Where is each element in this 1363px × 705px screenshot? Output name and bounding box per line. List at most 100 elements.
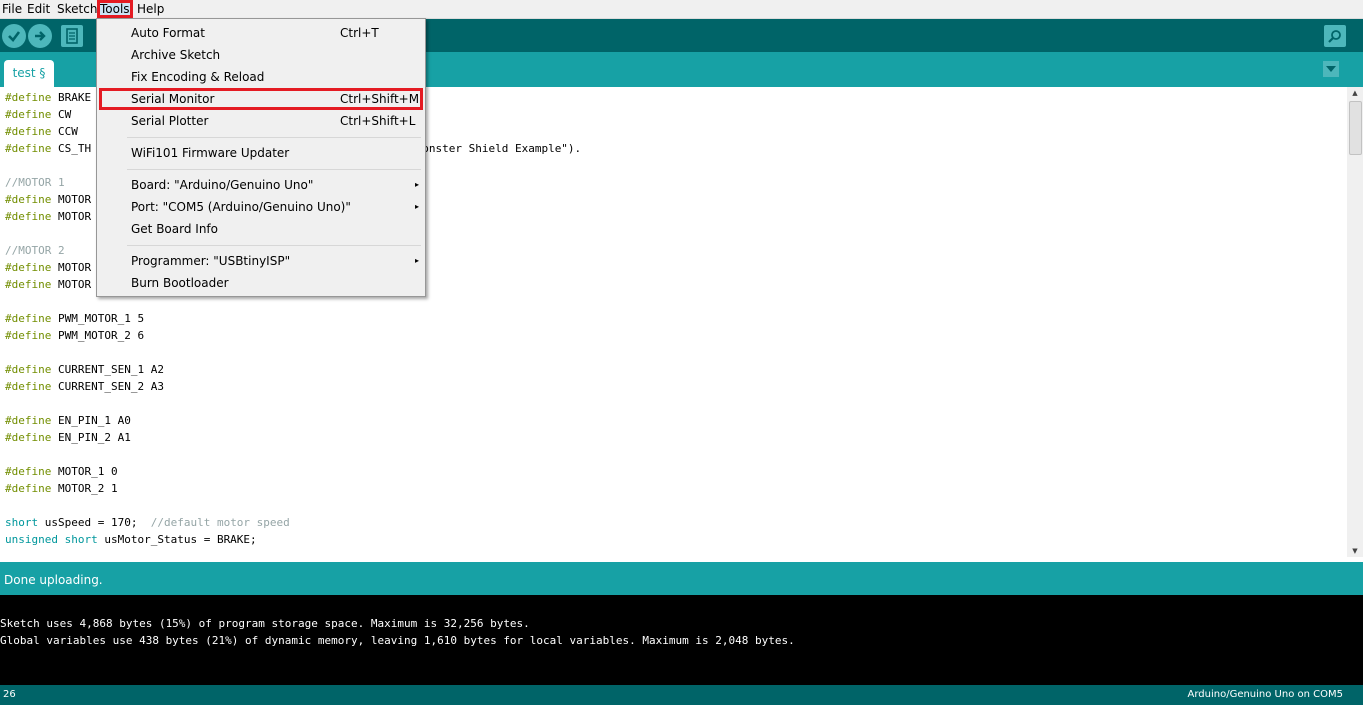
- code-token: #define: [5, 210, 52, 223]
- scroll-down-icon[interactable]: ▼: [1347, 545, 1363, 557]
- menu-item-label: Serial Plotter: [131, 114, 209, 128]
- code-line: #define EN_PIN_2 A1: [5, 429, 581, 446]
- code-line: #define MOTOR_2 1: [5, 480, 581, 497]
- code-token: //MOTOR 2: [5, 244, 65, 257]
- code-token: #define: [5, 482, 52, 495]
- document-icon: [66, 28, 78, 44]
- code-token: usSpeed = 170;: [38, 516, 151, 529]
- tab-menu-button[interactable]: [1323, 61, 1339, 77]
- submenu-arrow-icon: ▸: [414, 202, 419, 211]
- menu-item-label: Archive Sketch: [131, 48, 221, 62]
- code-token: #define: [5, 193, 52, 206]
- code-token: CURRENT_SEN_1 A2: [51, 363, 164, 376]
- menu-item-label: Board: "Arduino/Genuino Uno": [131, 178, 314, 192]
- chevron-down-icon: [1326, 66, 1336, 72]
- code-token: //default motor speed: [150, 516, 290, 529]
- status-message: Done uploading.: [4, 573, 103, 587]
- menu-item-shortcut: Ctrl+Shift+M: [340, 92, 420, 106]
- code-token: MOTOR: [51, 193, 92, 206]
- menu-item-label: Serial Monitor: [131, 92, 215, 106]
- menu-item-port[interactable]: Port: "COM5 (Arduino/Genuino Uno)" ▸: [99, 196, 423, 218]
- code-token: #define: [5, 363, 52, 376]
- menu-edit[interactable]: Edit: [27, 1, 50, 17]
- scrollbar-thumb[interactable]: [1349, 101, 1362, 155]
- code-token: PWM_MOTOR_2 6: [51, 329, 145, 342]
- scroll-up-icon[interactable]: ▲: [1347, 87, 1363, 99]
- menu-item-label: Port: "COM5 (Arduino/Genuino Uno)": [131, 200, 351, 214]
- menu-item-archive-sketch[interactable]: Archive Sketch: [99, 44, 423, 66]
- menu-bar: File Edit Sketch Tools Help: [0, 0, 1363, 19]
- verify-button[interactable]: [2, 24, 26, 48]
- menu-item-fix-encoding[interactable]: Fix Encoding & Reload: [99, 66, 423, 88]
- menu-item-programmer[interactable]: Programmer: "USBtinyISP" ▸: [99, 250, 423, 272]
- menu-item-get-board-info[interactable]: Get Board Info: [99, 218, 423, 240]
- code-token: #define: [5, 329, 52, 342]
- board-port-info: Arduino/Genuino Uno on COM5: [1187, 689, 1344, 700]
- code-token: CURRENT_SEN_2 A3: [51, 380, 164, 393]
- console-line: Sketch uses 4,868 bytes (15%) of program…: [0, 617, 530, 630]
- menu-separator: [127, 137, 421, 138]
- menu-item-wifi101-updater[interactable]: WiFi101 Firmware Updater: [99, 142, 423, 164]
- code-token: #define: [5, 91, 52, 104]
- menu-item-burn-bootloader[interactable]: Burn Bootloader: [99, 272, 423, 294]
- code-token: #define: [5, 261, 52, 274]
- code-token: EN_PIN_1 A0: [51, 414, 131, 427]
- checkmark-icon: [8, 31, 21, 42]
- code-token: //MOTOR 1: [5, 176, 65, 189]
- serial-monitor-button[interactable]: [1324, 25, 1346, 47]
- code-line: #define CURRENT_SEN_2 A3: [5, 378, 581, 395]
- menu-item-board[interactable]: Board: "Arduino/Genuino Uno" ▸: [99, 174, 423, 196]
- code-token: #define: [5, 278, 52, 291]
- code-line: short usSpeed = 170; //default motor spe…: [5, 514, 581, 531]
- status-bar: Done uploading.: [0, 560, 1363, 595]
- code-token: usMotor_Status = BRAKE;: [97, 533, 257, 546]
- code-line: unsigned short usMotor_Status = BRAKE;: [5, 531, 581, 548]
- code-token: MOTOR: [51, 210, 92, 223]
- submenu-arrow-icon: ▸: [414, 180, 419, 189]
- menu-separator: [127, 245, 421, 246]
- code-token: CS_TH: [51, 142, 92, 155]
- code-line: #define PWM_MOTOR_1 5: [5, 310, 581, 327]
- code-token: #define: [5, 125, 52, 138]
- menu-item-shortcut: Ctrl+T: [340, 26, 379, 40]
- menu-item-label: Fix Encoding & Reload: [131, 70, 265, 84]
- menu-item-auto-format[interactable]: Auto Format Ctrl+T: [99, 22, 423, 44]
- menu-item-label: Burn Bootloader: [131, 276, 229, 290]
- editor-scrollbar[interactable]: ▲ ▼: [1347, 87, 1363, 557]
- code-token: MOTOR_1 0: [51, 465, 118, 478]
- upload-button[interactable]: [28, 24, 52, 48]
- menu-tools[interactable]: Tools: [97, 0, 133, 18]
- footer-bar: 26 Arduino/Genuino Uno on COM5: [0, 685, 1363, 705]
- arrow-right-icon: [35, 31, 46, 41]
- code-token: CW: [51, 108, 72, 121]
- code-token: MOTOR: [51, 278, 92, 291]
- code-token: #define: [5, 142, 52, 155]
- code-line: #define PWM_MOTOR_2 6: [5, 327, 581, 344]
- new-sketch-button[interactable]: [61, 25, 83, 47]
- code-token: short: [64, 533, 98, 546]
- code-token: BRAKE: [51, 91, 92, 104]
- line-number: 26: [3, 689, 16, 700]
- code-line: #define CURRENT_SEN_1 A2: [5, 361, 581, 378]
- menu-item-label: Get Board Info: [131, 222, 218, 236]
- console-output: Sketch uses 4,868 bytes (15%) of program…: [0, 595, 1363, 685]
- tools-menu: Auto Format Ctrl+T Archive Sketch Fix En…: [96, 18, 426, 297]
- menu-file[interactable]: File: [2, 1, 22, 17]
- code-token: #define: [5, 465, 52, 478]
- menu-sketch[interactable]: Sketch: [57, 1, 97, 17]
- code-token: CCW: [51, 125, 78, 138]
- code-token: #define: [5, 312, 52, 325]
- code-token: #define: [5, 108, 52, 121]
- magnifier-icon: [1328, 30, 1341, 43]
- menu-item-serial-monitor[interactable]: Serial Monitor Ctrl+Shift+M: [99, 88, 423, 110]
- code-token: MOTOR_2 1: [51, 482, 118, 495]
- tab-test[interactable]: test §: [4, 60, 54, 87]
- code-line: #define MOTOR_1 0: [5, 463, 581, 480]
- code-token: #define: [5, 431, 52, 444]
- menu-item-label: Programmer: "USBtinyISP": [131, 254, 291, 268]
- menu-item-serial-plotter[interactable]: Serial Plotter Ctrl+Shift+L: [99, 110, 423, 132]
- menu-help[interactable]: Help: [137, 1, 164, 17]
